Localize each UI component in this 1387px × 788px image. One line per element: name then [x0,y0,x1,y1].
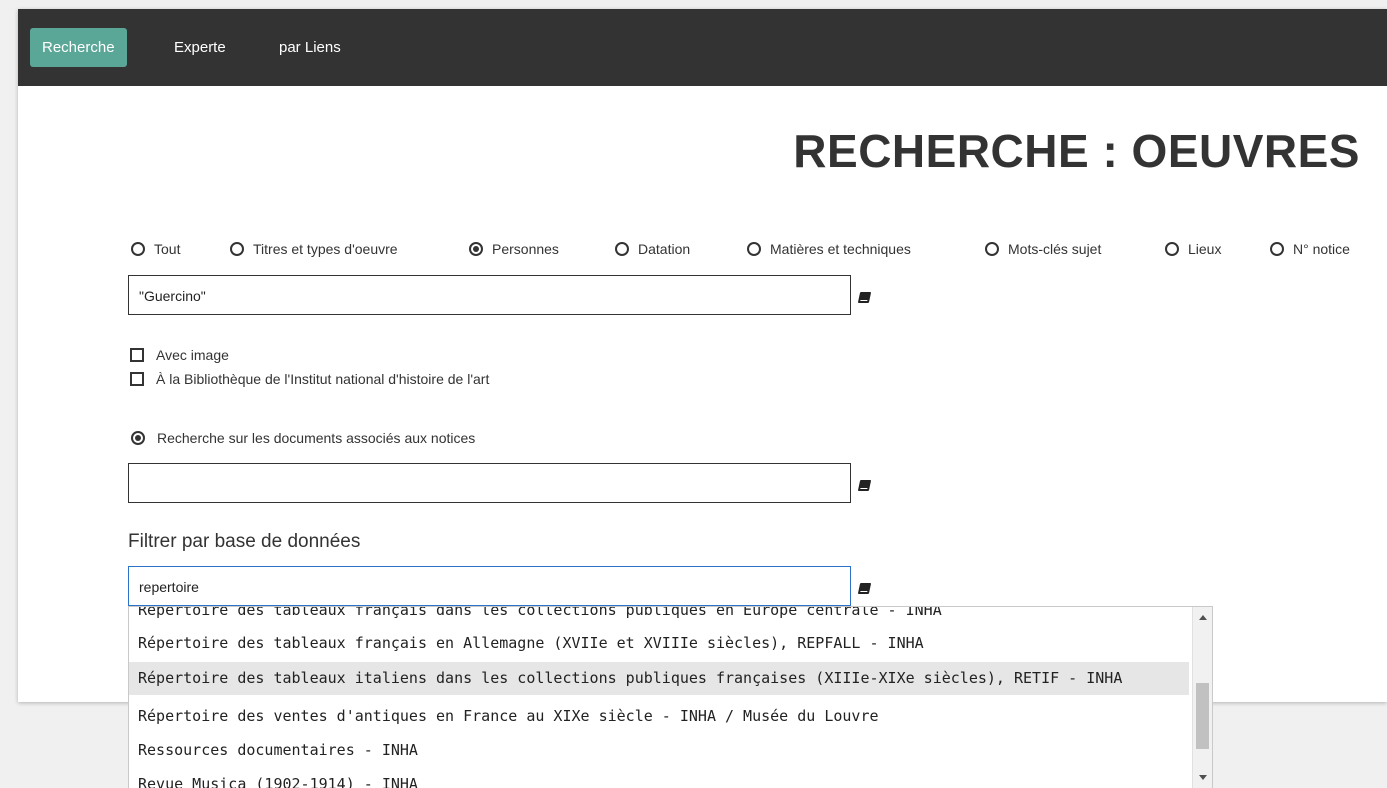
radio-label: Recherche sur les documents associés aux… [157,430,476,446]
radio-indicator-checked[interactable] [469,242,483,256]
scroll-up-arrow-icon[interactable] [1199,615,1207,620]
radio-indicator[interactable] [747,242,761,256]
radio-lieux[interactable]: Lieux [1165,241,1221,257]
autocomplete-option[interactable]: Répertoire des tableaux français en Alle… [129,627,1189,660]
radio-mots-cles-sujet[interactable]: Mots-clés sujet [985,241,1101,257]
tab-experte[interactable]: Experte [162,28,238,67]
radio-label: Matières et techniques [770,241,911,257]
radio-label: Datation [638,241,691,257]
database-autocomplete-list[interactable]: Répertoire des tableaux français dans le… [128,606,1213,788]
radio-no-notice[interactable]: N° notice [1270,241,1350,257]
radio-indicator[interactable] [1165,242,1179,256]
search-input[interactable]: "Guercino" [128,275,851,315]
autocomplete-option-highlighted[interactable]: Répertoire des tableaux italiens dans le… [129,662,1189,695]
radio-titres-types[interactable]: Titres et types d'oeuvre [230,241,398,257]
autocomplete-option[interactable]: Ressources documentaires - INHA [129,734,1189,767]
scrollbar-thumb[interactable] [1196,683,1209,749]
radio-matieres-techniques[interactable]: Matières et techniques [747,241,911,257]
radio-label: Titres et types d'oeuvre [253,241,398,257]
book-icon[interactable] [857,292,872,303]
database-filter-label: Filtrer par base de données [128,531,361,552]
radio-tout[interactable]: Tout [131,241,180,257]
book-icon[interactable] [857,583,872,594]
checkbox-box[interactable] [130,372,144,386]
autocomplete-option[interactable]: Répertoire des ventes d'antiques en Fran… [129,700,1189,733]
radio-indicator[interactable] [230,242,244,256]
tab-par-liens[interactable]: par Liens [267,28,353,67]
top-nav-bar: Recherche Experte par Liens [18,9,1387,86]
checkbox-label: À la Bibliothèque de l'Institut national… [156,371,490,387]
scroll-down-arrow-icon[interactable] [1199,775,1207,780]
autocomplete-option[interactable]: Répertoire des tableaux français dans le… [129,607,1189,627]
radio-indicator[interactable] [985,242,999,256]
radio-indicator-checked[interactable] [131,431,145,445]
search-card: Recherche Experte par Liens RECHERCHE : … [18,9,1387,702]
radio-datation[interactable]: Datation [615,241,690,257]
documents-search-input[interactable] [128,463,851,503]
radio-indicator[interactable] [1270,242,1284,256]
radio-label: N° notice [1293,241,1350,257]
radio-label: Tout [154,241,181,257]
checkbox-avec-image[interactable]: Avec image [130,347,229,363]
checkbox-box[interactable] [130,348,144,362]
tab-recherche[interactable]: Recherche [30,28,127,67]
checkbox-bibliotheque-inha[interactable]: À la Bibliothèque de l'Institut national… [130,371,489,387]
checkbox-label: Avec image [156,347,229,363]
radio-label: Lieux [1188,241,1222,257]
radio-label: Personnes [492,241,559,257]
radio-documents-associes[interactable]: Recherche sur les documents associés aux… [131,430,475,446]
dropdown-scrollbar[interactable] [1192,607,1212,788]
book-icon[interactable] [857,480,872,491]
radio-personnes[interactable]: Personnes [469,241,559,257]
page-title: RECHERCHE : OEUVRES [793,125,1360,177]
radio-label: Mots-clés sujet [1008,241,1102,257]
autocomplete-option[interactable]: Revue Musica (1902-1914) - INHA [129,768,1189,788]
radio-indicator[interactable] [131,242,145,256]
database-filter-input[interactable]: repertoire [128,566,851,606]
radio-indicator[interactable] [615,242,629,256]
